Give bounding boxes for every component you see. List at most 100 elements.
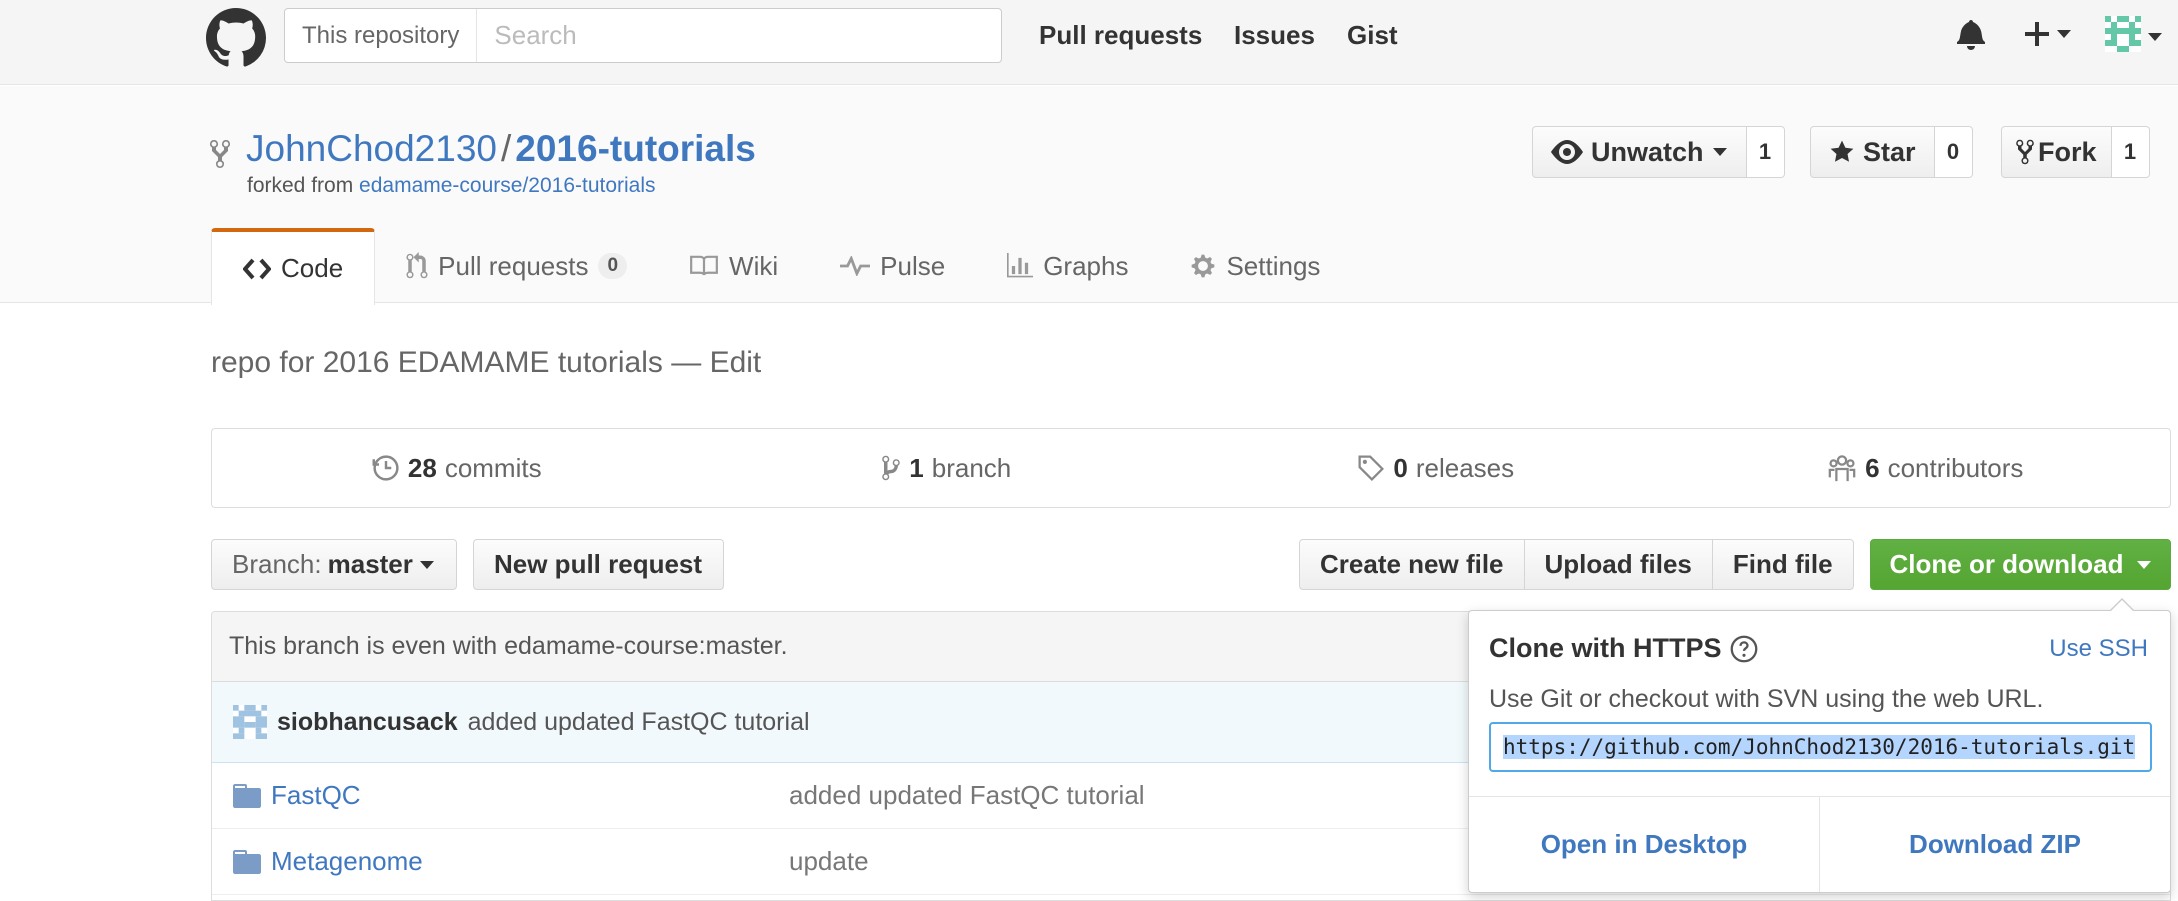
tab-pulse[interactable]: Pulse — [809, 228, 976, 304]
upload-files-button[interactable]: Upload files — [1523, 539, 1713, 590]
commits-label: commits — [444, 452, 542, 483]
watch-button-group: Unwatch 1 — [1532, 126, 1785, 178]
avatar-dropdown-caret-icon[interactable] — [2147, 32, 2163, 42]
description-dash: — — [671, 346, 702, 379]
tab-wiki[interactable]: Wiki — [658, 228, 809, 304]
clone-dropdown-menu: Clone with HTTPS Use SSH Use Git or chec… — [1468, 598, 2171, 893]
folder-icon — [233, 849, 261, 874]
forked-source-link[interactable]: edamame-course/2016-tutorials — [359, 174, 655, 197]
notifications-bell-icon[interactable] — [1957, 18, 1989, 50]
forks-count[interactable]: 1 — [2111, 126, 2150, 178]
repo-name-link[interactable]: 2016-tutorials — [515, 128, 756, 169]
releases-label: releases — [1415, 452, 1515, 483]
file-name-link[interactable]: Metagenome — [271, 846, 423, 877]
tab-settings-label: Settings — [1226, 250, 1321, 281]
star-button-group: Star 0 — [1810, 126, 1973, 178]
branch-caret-icon — [419, 560, 435, 570]
unwatch-label: Unwatch — [1591, 136, 1704, 167]
nav-pull-requests[interactable]: Pull requests — [1039, 20, 1202, 51]
branch-select-button[interactable]: Branch: master — [211, 539, 457, 590]
header-search: This repository — [284, 8, 1002, 63]
fork-button[interactable]: Fork — [2001, 126, 2112, 178]
open-in-desktop-button[interactable]: Open in Desktop — [1469, 797, 1820, 892]
contributors-link[interactable]: 6 contributors — [1681, 429, 2171, 507]
question-icon[interactable] — [1730, 635, 1758, 663]
file-commit-message[interactable]: added updated FastQC tutorial — [789, 780, 1145, 811]
fork-icon — [2016, 138, 2034, 166]
commits-count: 28 — [407, 452, 437, 483]
eye-icon — [1551, 140, 1583, 164]
search-scope-label: This repository — [285, 9, 478, 62]
forked-from-prefix: forked from — [247, 174, 354, 197]
tab-code-label: Code — [281, 253, 344, 283]
tab-graphs[interactable]: Graphs — [976, 228, 1159, 304]
unwatch-button[interactable]: Unwatch — [1532, 126, 1747, 178]
clone-title-text: Clone with HTTPS — [1489, 633, 1722, 663]
create-new-plus-icon[interactable] — [2023, 16, 2075, 52]
tag-icon — [1357, 454, 1385, 482]
branch-prefix: Branch: — [232, 549, 322, 579]
repo-header: JohnChod2130/2016-tutorials forked from … — [0, 86, 2178, 305]
tab-pull-requests[interactable]: Pull requests 0 — [375, 228, 658, 304]
stargazers-count[interactable]: 0 — [1934, 126, 1973, 178]
new-pull-request-button[interactable]: New pull request — [473, 539, 724, 590]
unwatch-caret-icon — [1712, 147, 1728, 157]
watchers-count[interactable]: 1 — [1746, 126, 1785, 178]
releases-link[interactable]: 0 releases — [1191, 429, 1681, 507]
tab-graphs-label: Graphs — [1043, 250, 1129, 281]
user-avatar[interactable] — [2105, 16, 2141, 52]
site-header: This repository Pull requests Issues Gis… — [0, 0, 2178, 85]
fork-button-group: Fork 1 — [2001, 126, 2150, 178]
file-commit-message[interactable]: update — [789, 846, 869, 877]
pulse-icon — [840, 256, 871, 276]
commits-link[interactable]: 28 commits — [212, 429, 702, 507]
fork-label: Fork — [2038, 136, 2097, 167]
use-ssh-link[interactable]: Use SSH — [2049, 635, 2148, 663]
folder-icon — [233, 783, 261, 808]
pull-request-icon — [406, 252, 428, 280]
repo-forked-icon — [208, 138, 232, 170]
star-label: Star — [1863, 136, 1916, 167]
branch-icon — [881, 454, 901, 482]
contributors-label: contributors — [1887, 452, 2024, 483]
tab-settings[interactable]: Settings — [1159, 228, 1351, 304]
star-button[interactable]: Star — [1810, 126, 1935, 178]
graph-icon — [1007, 253, 1034, 279]
repo-description: repo for 2016 EDAMAME tutorials — Edit — [211, 346, 761, 380]
download-zip-button[interactable]: Download ZIP — [1820, 797, 2170, 892]
branch-status-text: This branch is even with edamame-course:… — [229, 632, 788, 660]
file-name-link[interactable]: FastQC — [271, 780, 361, 811]
releases-count: 0 — [1393, 452, 1408, 483]
branches-link[interactable]: 1 branch — [702, 429, 1192, 507]
nav-issues[interactable]: Issues — [1234, 20, 1315, 51]
repo-owner-link[interactable]: JohnChod2130 — [246, 128, 497, 169]
branch-label: branch — [931, 452, 1012, 483]
branch-count: 1 — [909, 452, 924, 483]
edit-description-link[interactable]: Edit — [710, 346, 762, 379]
tab-wiki-label: Wiki — [729, 250, 779, 281]
commit-author-avatar[interactable] — [233, 705, 267, 739]
clone-url-field[interactable]: https://github.com/JohnChod2130/2016-tut… — [1489, 722, 2152, 772]
tab-code[interactable]: Code — [211, 228, 376, 305]
find-file-button[interactable]: Find file — [1711, 539, 1854, 590]
code-icon — [243, 258, 271, 280]
clone-actions: Open in Desktop Download ZIP — [1469, 796, 2170, 892]
clone-or-download-button[interactable]: Clone or download — [1870, 539, 2171, 590]
repo-nav-tabs: Code Pull requests 0 Wiki Pulse Graphs S… — [211, 228, 1351, 305]
repo-title: JohnChod2130/2016-tutorials — [246, 128, 756, 170]
dropdown-caret — [2109, 598, 2135, 612]
commit-author-link[interactable]: siobhancusack — [277, 708, 458, 737]
clone-caret-icon — [2136, 560, 2152, 570]
nav-gist[interactable]: Gist — [1347, 20, 1398, 51]
branch-name: master — [327, 549, 413, 579]
github-logo-icon[interactable] — [206, 8, 266, 68]
commit-message-link[interactable]: added updated FastQC tutorial — [468, 708, 810, 737]
tab-pull-requests-label: Pull requests — [438, 250, 589, 281]
contributors-count: 6 — [1865, 452, 1880, 483]
gear-icon — [1190, 253, 1216, 279]
create-new-file-button[interactable]: Create new file — [1299, 539, 1525, 590]
history-icon — [372, 454, 400, 482]
search-input[interactable] — [477, 9, 1001, 62]
clone-title: Clone with HTTPS — [1489, 633, 1758, 664]
clone-help-text: Use Git or checkout with SVN using the w… — [1489, 685, 2044, 713]
